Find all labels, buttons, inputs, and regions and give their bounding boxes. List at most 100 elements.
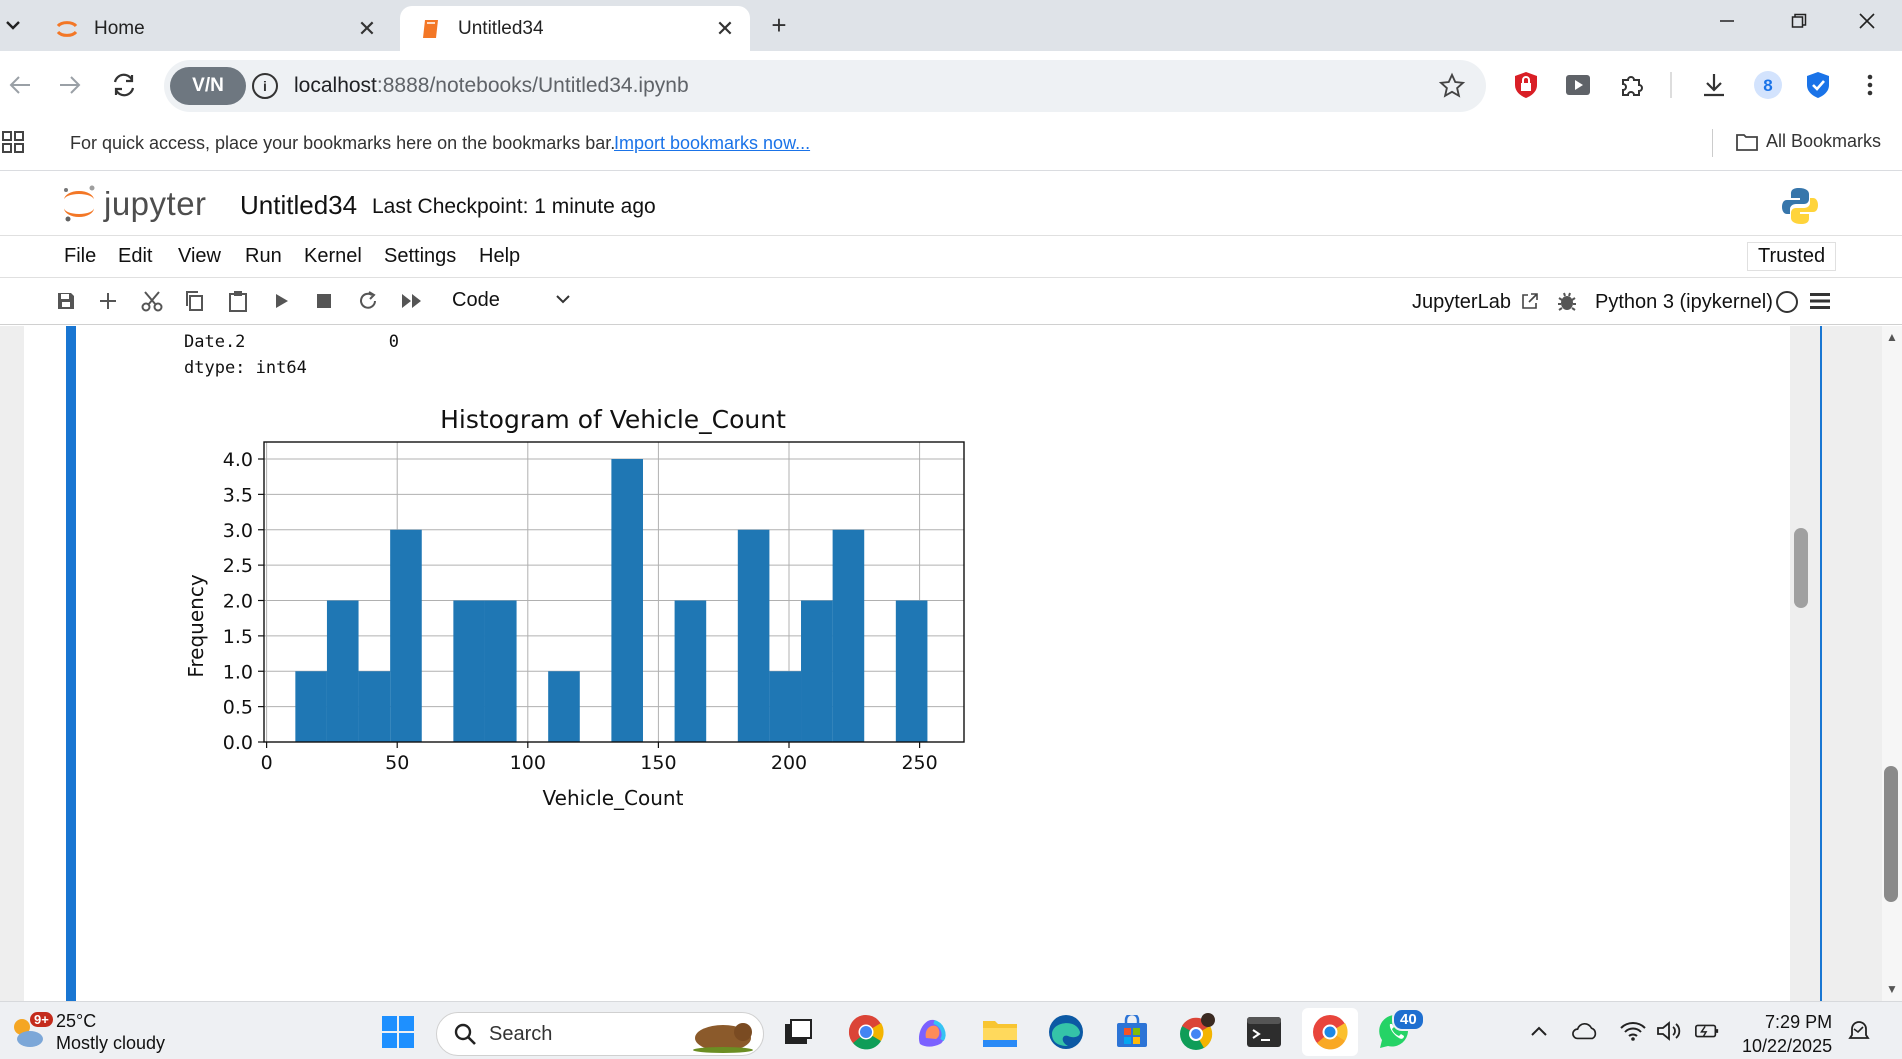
tab-search-button[interactable] — [0, 8, 26, 42]
volume-icon[interactable] — [1656, 1018, 1682, 1044]
clock[interactable]: 7:29 PM 10/22/2025 — [1742, 1010, 1832, 1058]
menu-run[interactable]: Run — [245, 245, 282, 268]
notebook-toolbar: Code JupyterLab Python 3 (ipykernel) — [0, 279, 1902, 325]
restore-button[interactable] — [1768, 0, 1830, 42]
histogram-bar — [453, 600, 485, 742]
menu-file[interactable]: File — [64, 245, 96, 268]
jupyterlab-link[interactable]: JupyterLab — [1412, 291, 1539, 314]
windows-start-icon[interactable] — [378, 1012, 418, 1052]
python-logo-icon — [1782, 188, 1818, 224]
bookmarks-prompt: For quick access, place your bookmarks h… — [70, 133, 616, 153]
battery-charging-icon[interactable] — [1694, 1018, 1720, 1044]
debugger-bug-icon[interactable] — [1553, 287, 1581, 315]
hamburger-menu-icon[interactable] — [1810, 293, 1830, 309]
notification-center-icon[interactable] — [1846, 1018, 1872, 1044]
minimize-button[interactable] — [1696, 0, 1758, 42]
whatsapp-unread-badge: 40 — [1392, 1008, 1425, 1031]
notebook-panel: Date.2 0 dtype: int64 Histogram of Vehic… — [0, 326, 1902, 1001]
wifi-icon[interactable] — [1620, 1018, 1646, 1044]
menu-edit[interactable]: Edit — [118, 245, 152, 268]
taskbar-search[interactable]: Search — [436, 1012, 764, 1056]
download-icon[interactable] — [1696, 67, 1732, 103]
menu-help[interactable]: Help — [479, 245, 520, 268]
shield-extension-icon[interactable] — [1508, 67, 1544, 103]
weather-widget[interactable]: 9+ 25°C Mostly cloudy — [8, 1010, 165, 1054]
profile-number: 8 — [1763, 76, 1772, 95]
scroll-up-icon[interactable]: ▲ — [1884, 330, 1900, 344]
vpn-badge[interactable]: V/N — [170, 67, 246, 105]
copilot-icon[interactable] — [912, 1012, 952, 1052]
video-extension-icon[interactable] — [1560, 67, 1596, 103]
chevron-down-icon[interactable] — [556, 291, 570, 309]
terminal-icon[interactable] — [1244, 1012, 1284, 1052]
url-text[interactable]: localhost:8888/notebooks/Untitled34.ipyn… — [294, 74, 689, 98]
weather-alert-badge: 9+ — [30, 1012, 53, 1027]
x-tick-label: 150 — [640, 752, 676, 774]
save-icon[interactable] — [52, 287, 80, 315]
restart-kernel-icon[interactable] — [354, 287, 382, 315]
jupyter-favicon-icon — [54, 16, 80, 42]
notebook-title[interactable]: Untitled34 — [240, 190, 357, 221]
reload-icon — [113, 73, 135, 97]
url-host: localhost — [294, 74, 377, 97]
onedrive-cloud-icon[interactable] — [1572, 1018, 1598, 1044]
microsoft-store-icon[interactable] — [1112, 1012, 1152, 1052]
histogram-bar — [390, 529, 422, 742]
menu-view[interactable]: View — [178, 245, 221, 268]
bookmarks-bar: For quick access, place your bookmarks h… — [0, 119, 1902, 171]
reload-button[interactable] — [104, 65, 144, 105]
scroll-down-icon[interactable]: ▼ — [1884, 982, 1900, 996]
file-explorer-icon[interactable] — [980, 1012, 1020, 1052]
cell-type-select[interactable]: Code — [452, 289, 500, 312]
chrome-canary-icon[interactable] — [1310, 1012, 1350, 1052]
all-bookmarks-button[interactable]: All Bookmarks — [1736, 131, 1881, 152]
jupyter-logo[interactable]: jupyter — [60, 184, 207, 224]
profile-avatar[interactable]: 8 — [1750, 67, 1786, 103]
address-bar[interactable]: V/N i localhost:8888/notebooks/Untitled3… — [164, 60, 1486, 112]
close-window-button[interactable] — [1836, 0, 1898, 42]
menu-settings[interactable]: Settings — [384, 245, 456, 268]
cell-scrollbar-thumb[interactable] — [1794, 528, 1808, 608]
bookmark-star-icon[interactable] — [1434, 68, 1470, 104]
interrupt-kernel-icon[interactable] — [310, 287, 338, 315]
back-button[interactable] — [0, 65, 40, 105]
run-cell-icon[interactable] — [268, 287, 296, 315]
clock-time: 7:29 PM — [1765, 1012, 1833, 1032]
site-info-icon[interactable]: i — [252, 73, 278, 99]
weather-desc: Mostly cloudy — [56, 1033, 166, 1053]
password-shield-icon[interactable] — [1800, 67, 1836, 103]
cut-icon[interactable] — [138, 287, 166, 315]
page-scrollbar-thumb[interactable] — [1884, 766, 1898, 902]
extensions-puzzle-icon[interactable] — [1614, 67, 1650, 103]
tab-untitled34[interactable]: Untitled34 ✕ — [400, 6, 750, 51]
trusted-indicator[interactable]: Trusted — [1747, 242, 1837, 271]
task-view-icon[interactable] — [778, 1012, 818, 1052]
arrow-right-icon — [60, 76, 81, 94]
histogram-bar — [895, 600, 928, 742]
apps-grid-icon[interactable] — [2, 131, 26, 155]
copy-icon[interactable] — [180, 287, 208, 315]
chrome-profile-icon[interactable] — [1178, 1012, 1218, 1052]
kernel-name[interactable]: Python 3 (ipykernel) — [1595, 291, 1773, 314]
add-cell-icon[interactable] — [94, 287, 122, 315]
restart-run-all-icon[interactable] — [398, 287, 426, 315]
chrome-icon[interactable] — [846, 1012, 886, 1052]
new-tab-button[interactable]: + — [762, 8, 796, 42]
chevron-up-icon[interactable] — [1526, 1018, 1552, 1044]
forward-button[interactable] — [50, 65, 90, 105]
close-icon[interactable]: ✕ — [350, 12, 384, 46]
browser-tab-strip: Home ✕ Untitled34 ✕ + — [0, 0, 1902, 51]
tab-home[interactable]: Home ✕ — [36, 6, 392, 51]
import-bookmarks-link[interactable]: Import bookmarks now... — [614, 133, 810, 154]
active-cell-indicator[interactable] — [66, 326, 76, 1001]
menu-kernel[interactable]: Kernel — [304, 245, 362, 268]
clock-date: 10/22/2025 — [1742, 1036, 1833, 1056]
kebab-menu-icon[interactable] — [1852, 67, 1888, 103]
cell-border-right — [1820, 326, 1822, 1001]
chevron-down-icon — [6, 21, 20, 30]
search-icon — [454, 1023, 476, 1045]
y-tick-label: 0.5 — [223, 697, 253, 719]
close-icon[interactable]: ✕ — [708, 12, 742, 46]
edge-icon[interactable] — [1046, 1012, 1086, 1052]
paste-icon[interactable] — [224, 287, 252, 315]
